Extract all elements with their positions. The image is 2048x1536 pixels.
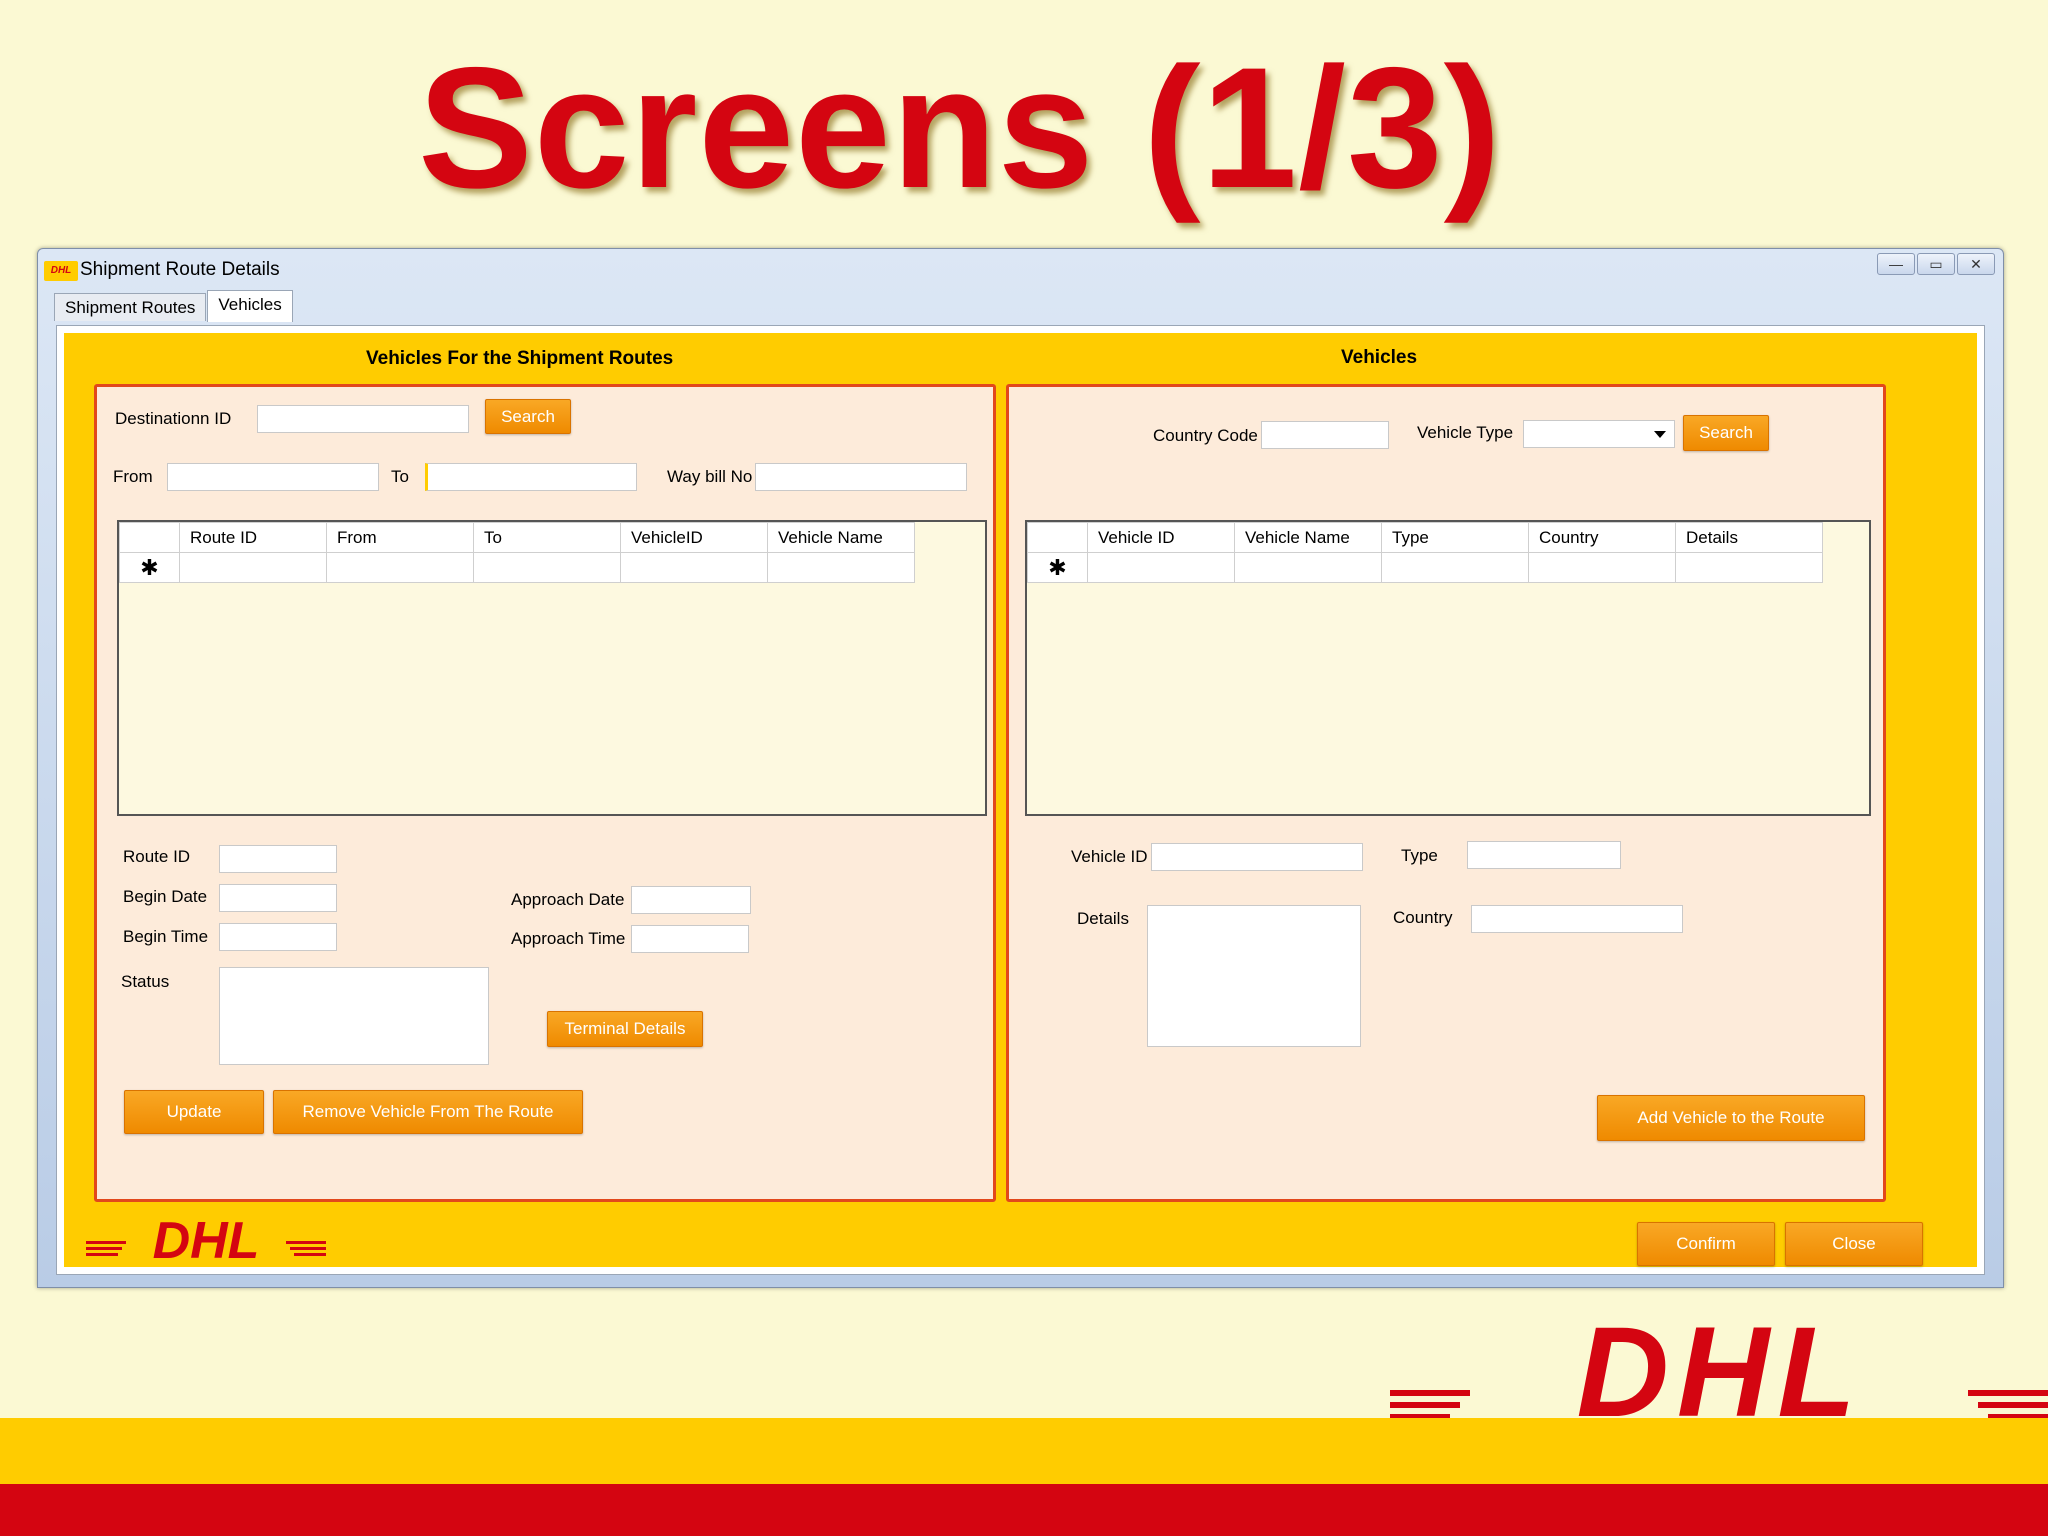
slide-title: Screens (1/3) (418, 32, 1502, 224)
update-button[interactable]: Update (124, 1090, 264, 1134)
type-label: Type (1401, 846, 1438, 865)
grid-cell[interactable] (179, 552, 327, 583)
left-group-title: Vehicles For the Shipment Routes (366, 348, 674, 369)
details-label: Details (1077, 909, 1129, 928)
new-row-marker: ✱ (1027, 552, 1088, 583)
tab-vehicles[interactable]: Vehicles (207, 290, 293, 322)
grid-cell[interactable] (1234, 552, 1382, 583)
begin-time-label: Begin Time (123, 927, 209, 946)
remove-vehicle-button[interactable]: Remove Vehicle From The Route (273, 1090, 583, 1134)
details-textarea[interactable] (1147, 905, 1361, 1047)
dhl-logo-large-text: DHL (1576, 1320, 1863, 1422)
to-label: To (391, 467, 409, 486)
vehicle-type-label: Vehicle Type (1417, 423, 1514, 442)
table-row[interactable]: ✱ (1027, 552, 1823, 583)
minimize-button[interactable]: — (1877, 253, 1915, 275)
grid-cell[interactable] (767, 552, 915, 583)
table-row[interactable]: ✱ (119, 552, 915, 583)
approach-date-input[interactable] (631, 886, 751, 914)
column-header[interactable]: To (473, 522, 621, 553)
destination-id-input[interactable] (257, 405, 469, 433)
approach-time-input[interactable] (631, 925, 749, 953)
destination-id-label: Destinationn ID (115, 409, 232, 428)
begin-time-input[interactable] (219, 923, 337, 951)
window-title: Shipment Route Details (80, 259, 280, 280)
row-header-cell (119, 522, 180, 553)
grid-cell[interactable] (326, 552, 474, 583)
dhl-logo-large: DHL (1390, 1320, 2048, 1422)
vehicles-grid-header: Vehicle ID Vehicle Name Type Country Det… (1027, 522, 1823, 553)
left-search-button[interactable]: Search (485, 399, 571, 434)
grid-cell[interactable] (1528, 552, 1676, 583)
grid-cell[interactable] (1381, 552, 1529, 583)
country-code-input[interactable] (1261, 421, 1389, 449)
column-header[interactable]: Vehicle ID (1087, 522, 1235, 553)
vehicle-id-input[interactable] (1151, 843, 1363, 871)
window-controls: — ▭ ✕ (1875, 253, 1995, 275)
grid-cell[interactable] (1675, 552, 1823, 583)
column-header[interactable]: Country (1528, 522, 1676, 553)
vehicle-id-label: Vehicle ID (1071, 847, 1148, 866)
country-code-label: Country Code (1153, 426, 1258, 445)
vehicle-type-select[interactable] (1523, 420, 1675, 448)
vehicles-group: Country Code Vehicle Type Search Vehicle… (1006, 384, 1886, 1202)
tab-strip: Shipment Routes Vehicles (54, 290, 294, 323)
new-row-marker: ✱ (119, 552, 180, 583)
tab-content: Vehicles For the Shipment Routes Destina… (56, 325, 1985, 1275)
route-id-label: Route ID (123, 847, 191, 866)
route-id-input[interactable] (219, 845, 337, 873)
approach-time-label: Approach Time (511, 929, 626, 948)
column-header[interactable]: Vehicle Name (767, 522, 915, 553)
routes-grid[interactable]: Route ID From To VehicleID Vehicle Name … (117, 520, 987, 816)
add-vehicle-button[interactable]: Add Vehicle to the Route (1597, 1095, 1865, 1141)
from-input[interactable] (167, 463, 379, 491)
dhl-logo-small-text: DHL (153, 1213, 260, 1270)
from-label: From (113, 467, 153, 486)
status-label: Status (121, 972, 170, 991)
app-window: DHL Shipment Route Details — ▭ ✕ Shipmen… (37, 248, 2004, 1288)
begin-date-label: Begin Date (123, 887, 208, 906)
vehicles-grid[interactable]: Vehicle ID Vehicle Name Type Country Det… (1025, 520, 1871, 816)
right-search-button[interactable]: Search (1683, 415, 1769, 451)
chevron-down-icon (1654, 431, 1666, 438)
confirm-button[interactable]: Confirm (1637, 1222, 1775, 1266)
dhl-app-icon: DHL (44, 261, 78, 281)
row-header-cell (1027, 522, 1088, 553)
grid-cell[interactable] (1087, 552, 1235, 583)
to-input[interactable] (425, 463, 637, 491)
right-group-title: Vehicles (1341, 347, 1418, 368)
country-input[interactable] (1471, 905, 1683, 933)
footer-band-red (0, 1484, 2048, 1536)
form-panel: Vehicles For the Shipment Routes Destina… (64, 333, 1977, 1270)
grid-cell[interactable] (473, 552, 621, 583)
terminal-details-button[interactable]: Terminal Details (547, 1011, 703, 1047)
maximize-button[interactable]: ▭ (1917, 253, 1955, 275)
waybill-label: Way bill No (667, 467, 753, 486)
column-header[interactable]: VehicleID (620, 522, 768, 553)
status-textarea[interactable] (219, 967, 489, 1065)
close-window-button[interactable]: ✕ (1957, 253, 1995, 275)
country-label: Country (1393, 908, 1453, 927)
route-vehicles-group: Destinationn ID Search From To Way bill … (94, 384, 996, 1202)
routes-grid-header: Route ID From To VehicleID Vehicle Name (119, 522, 915, 553)
footer-band-yellow (0, 1418, 2048, 1484)
waybill-input[interactable] (755, 463, 967, 491)
approach-date-label: Approach Date (511, 890, 625, 909)
title-bar: DHL Shipment Route Details — ▭ ✕ (38, 249, 2003, 289)
dhl-logo-small: DHL (86, 1213, 326, 1270)
begin-date-input[interactable] (219, 884, 337, 912)
column-header[interactable]: Route ID (179, 522, 327, 553)
close-button[interactable]: Close (1785, 1222, 1923, 1266)
column-header[interactable]: From (326, 522, 474, 553)
type-input[interactable] (1467, 841, 1621, 869)
column-header[interactable]: Type (1381, 522, 1529, 553)
grid-cell[interactable] (620, 552, 768, 583)
column-header[interactable]: Details (1675, 522, 1823, 553)
tab-shipment-routes[interactable]: Shipment Routes (54, 293, 207, 321)
column-header[interactable]: Vehicle Name (1234, 522, 1382, 553)
